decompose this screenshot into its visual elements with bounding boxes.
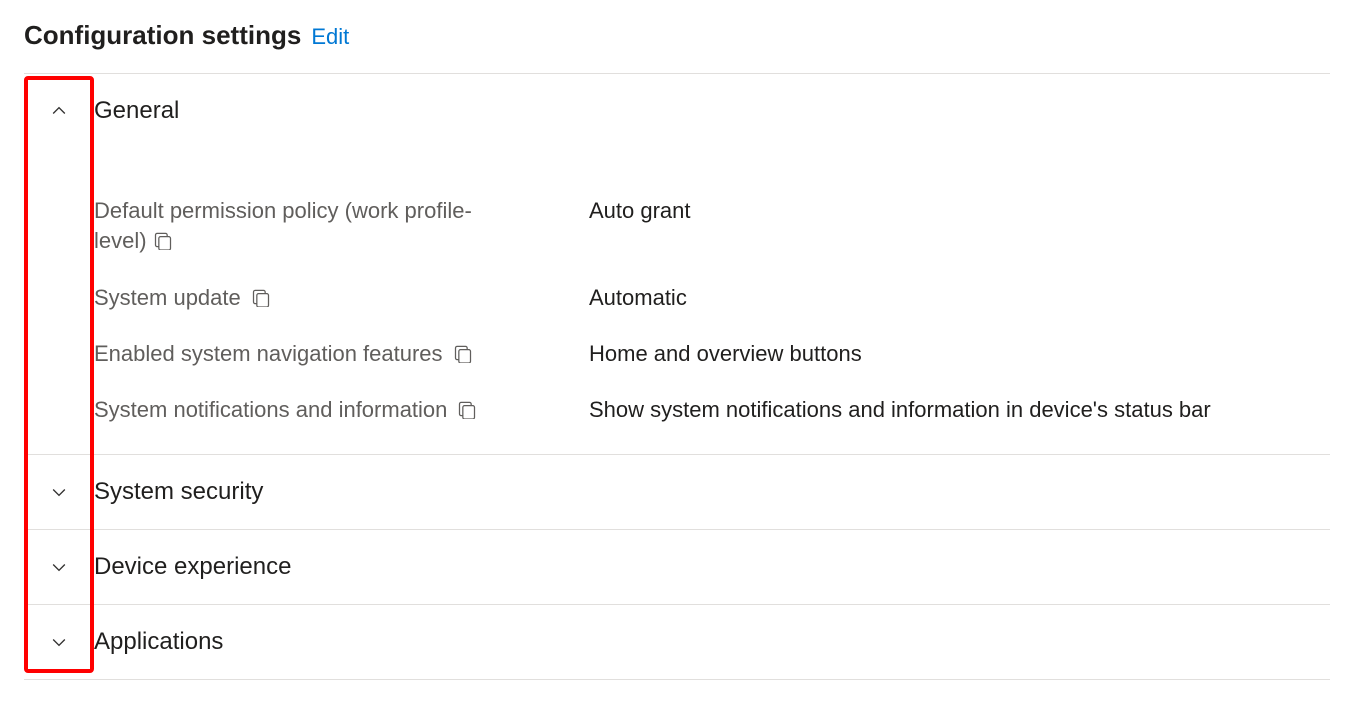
chevron-down-icon <box>24 557 94 577</box>
section-header-applications[interactable]: Applications <box>24 605 1330 679</box>
setting-value: Home and overview buttons <box>589 339 862 369</box>
section-system-security: System security <box>24 455 1330 530</box>
info-icon[interactable] <box>251 287 271 312</box>
setting-value: Auto grant <box>589 196 691 226</box>
setting-label: System notifications and information <box>94 395 447 425</box>
setting-label: Default permission policy (work profile-… <box>94 196 524 257</box>
section-device-experience: Device experience <box>24 530 1330 605</box>
section-header-device-experience[interactable]: Device experience <box>24 530 1330 604</box>
chevron-down-icon <box>24 482 94 502</box>
setting-label: Enabled system navigation features <box>94 339 443 369</box>
setting-row: System notifications and information Sho… <box>24 395 1330 425</box>
section-body-general: Default permission policy (work profile-… <box>24 148 1330 454</box>
info-icon[interactable] <box>457 399 477 424</box>
setting-value: Automatic <box>589 283 687 313</box>
edit-link[interactable]: Edit <box>311 24 349 50</box>
section-title-applications: Applications <box>94 628 223 656</box>
info-icon[interactable] <box>453 343 473 368</box>
info-icon[interactable] <box>153 228 173 258</box>
setting-row: Default permission policy (work profile-… <box>24 196 1330 257</box>
section-applications: Applications <box>24 605 1330 680</box>
section-title-system-security: System security <box>94 478 263 506</box>
section-header-general[interactable]: General <box>24 74 1330 148</box>
section-title-general: General <box>94 97 179 125</box>
setting-label: System update <box>94 283 241 313</box>
section-header-system-security[interactable]: System security <box>24 455 1330 529</box>
section-title-device-experience: Device experience <box>94 553 291 581</box>
setting-row: System update Automatic <box>24 283 1330 313</box>
section-general: General Default permission policy (work … <box>24 74 1330 455</box>
setting-value: Show system notifications and informatio… <box>589 395 1211 425</box>
page-header: Configuration settings Edit <box>24 20 1330 74</box>
chevron-down-icon <box>24 632 94 652</box>
page-title: Configuration settings <box>24 20 301 51</box>
chevron-up-icon <box>24 101 94 121</box>
setting-row: Enabled system navigation features Home … <box>24 339 1330 369</box>
